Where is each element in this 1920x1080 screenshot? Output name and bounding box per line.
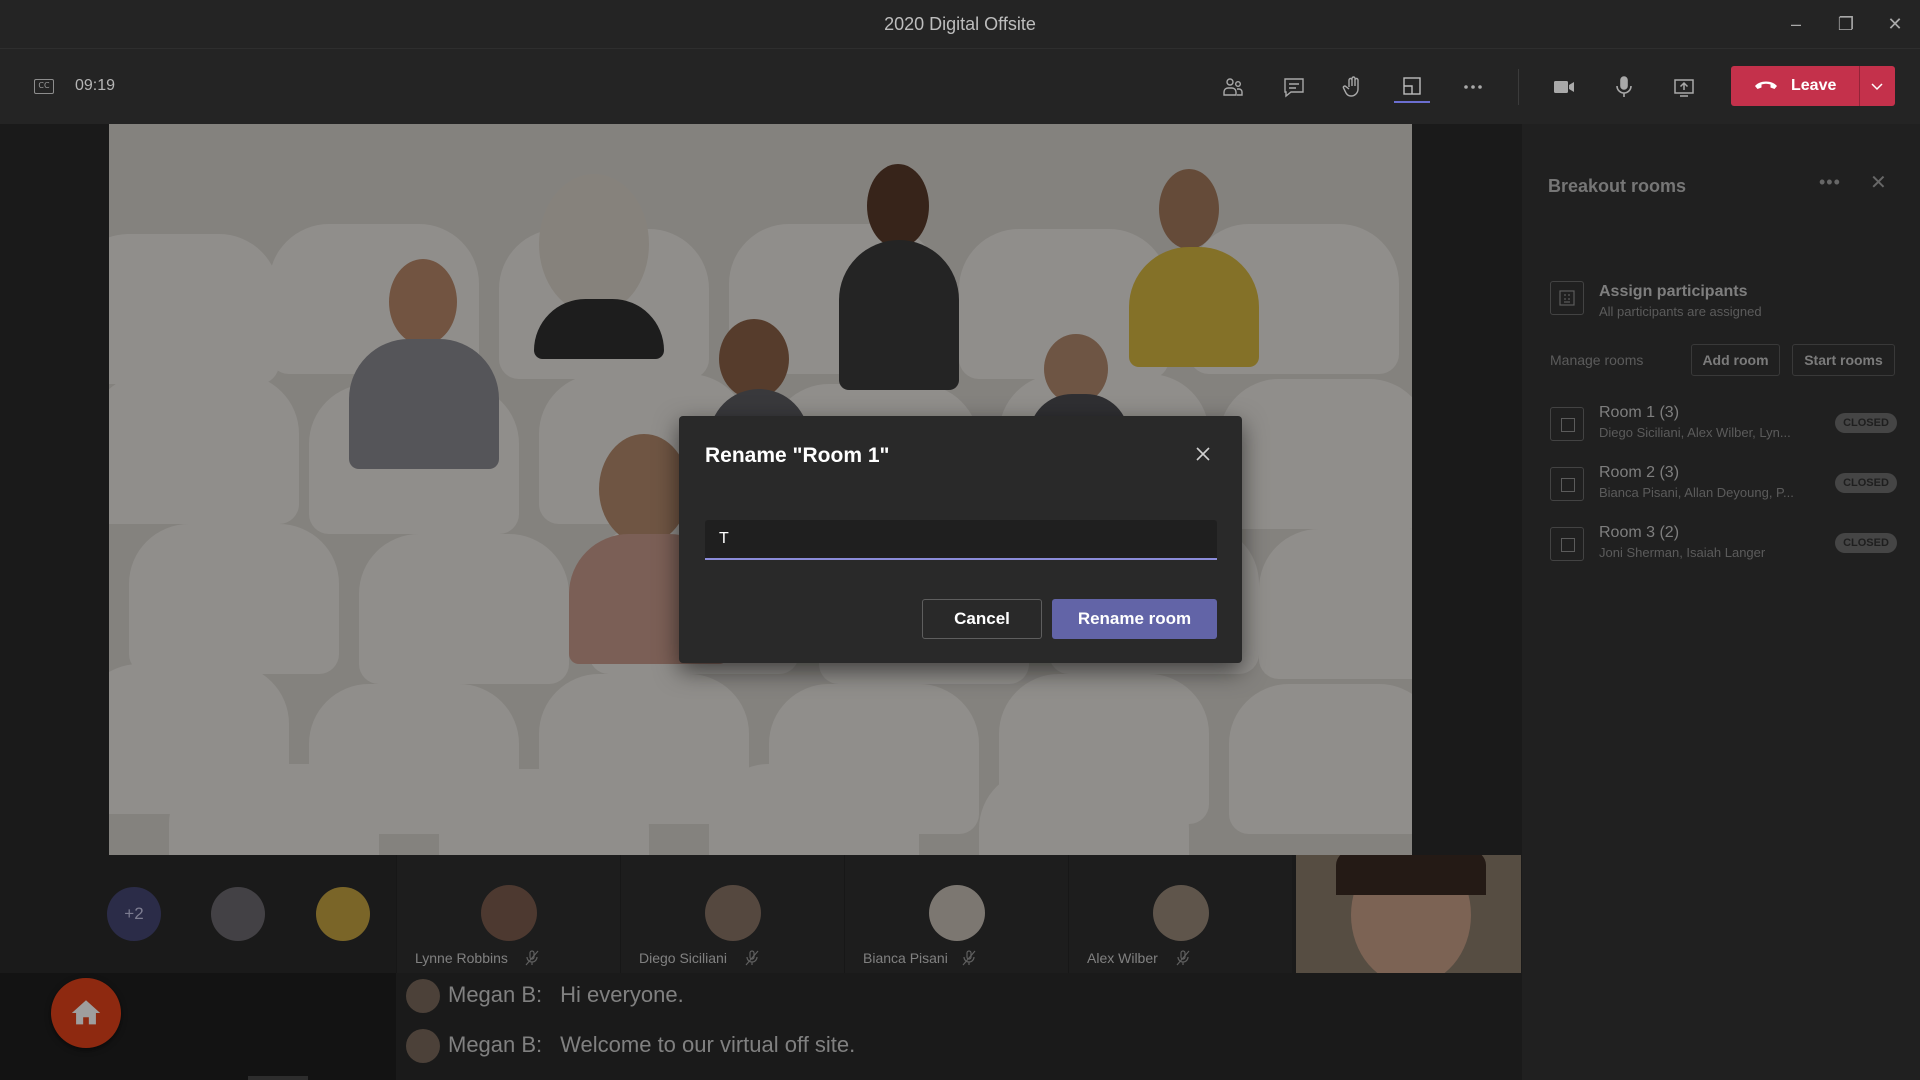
captions-icon[interactable]: CC [34, 79, 54, 94]
participants-icon [1223, 78, 1243, 96]
meeting-toolbar: CC 09:19 Leave [0, 49, 1920, 124]
chat-button[interactable] [1276, 71, 1312, 103]
breakout-rooms-button[interactable] [1394, 71, 1430, 103]
restore-icon[interactable]: ❐ [1831, 10, 1861, 38]
chat-icon [1284, 78, 1304, 98]
breakout-rooms-panel: Breakout rooms ••• ✕ Assign participants… [1521, 124, 1920, 1080]
close-icon[interactable] [1191, 442, 1215, 466]
more-actions-button[interactable] [1455, 71, 1491, 103]
raise-hand-button[interactable] [1335, 71, 1371, 103]
room-name-input[interactable] [705, 520, 1217, 560]
breakout-rooms-icon [1403, 77, 1421, 95]
hang-up-icon [1755, 81, 1777, 89]
cancel-button[interactable]: Cancel [922, 599, 1042, 639]
meeting-timer: 09:19 [75, 77, 116, 94]
rename-room-dialog: Rename "Room 1" Cancel Rename room [679, 416, 1242, 663]
dialog-title: Rename "Room 1" [705, 444, 890, 467]
chevron-down-icon[interactable] [1869, 78, 1885, 94]
window-title: 2020 Digital Offsite [884, 14, 1036, 34]
more-icon [1464, 85, 1482, 89]
minimize-icon[interactable]: – [1781, 10, 1811, 38]
microphone-button[interactable] [1606, 71, 1642, 103]
camera-button[interactable] [1546, 71, 1582, 103]
camera-icon [1554, 81, 1574, 93]
rename-room-button[interactable]: Rename room [1052, 599, 1217, 639]
close-window-icon[interactable]: ✕ [1880, 10, 1910, 38]
title-bar: 2020 Digital Offsite – ❐ ✕ [0, 0, 1920, 49]
leave-label: Leave [1791, 77, 1837, 94]
share-screen-button[interactable] [1666, 71, 1702, 103]
microphone-icon [1616, 76, 1632, 97]
share-screen-icon [1674, 79, 1694, 97]
participants-button[interactable] [1215, 71, 1251, 103]
leave-button[interactable]: Leave [1731, 66, 1895, 106]
toolbar-divider [1518, 69, 1519, 105]
hand-icon [1342, 76, 1359, 97]
